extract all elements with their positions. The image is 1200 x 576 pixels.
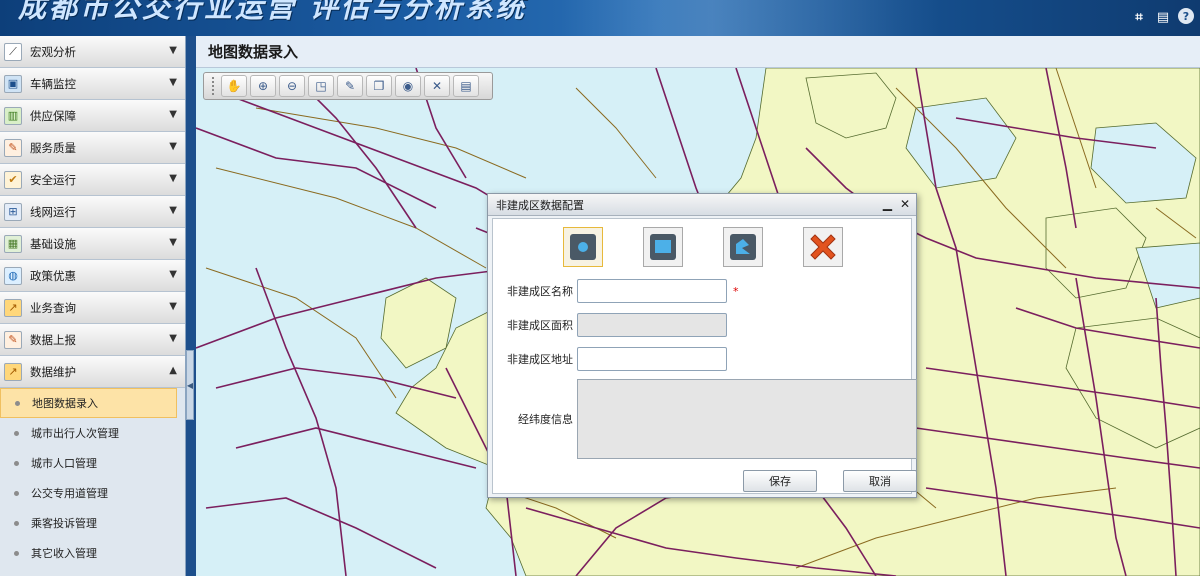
zoom-in-icon[interactable]: ⊕: [250, 75, 276, 97]
crop-icon[interactable]: ⌗: [1130, 8, 1148, 26]
coords-textarea[interactable]: [577, 379, 917, 459]
name-field[interactable]: [577, 279, 727, 303]
address-field[interactable]: [577, 347, 727, 371]
banner-decoration: [560, 0, 940, 36]
chevron-down-icon: ▼: [169, 141, 177, 152]
report-icon: ✎: [4, 330, 22, 349]
coords-label: 经纬度信息: [518, 413, 573, 426]
required-mark: *: [733, 284, 739, 298]
dialog-body: 非建成区名称 * 非建成区面积 非建成区地址 经纬度信息 保存 取消: [492, 218, 917, 494]
delete-x-icon: [810, 234, 836, 260]
area-label: 非建成区面积: [507, 319, 573, 332]
map-toolbar: ✋ ⊕ ⊖ ◳ ✎ ❐ ◉ ✕ ▤: [203, 72, 493, 100]
top-banner: 成都市公交行业运营 评估与分析系统 ⌗ ▤ ?: [0, 0, 1200, 36]
chevron-down-icon: ▼: [169, 333, 177, 344]
sidebar-item-business-query[interactable]: ↗ 业务查询 ▼: [0, 292, 185, 324]
pan-hand-icon[interactable]: ✋: [221, 75, 247, 97]
polygon-tool-button[interactable]: [723, 227, 763, 267]
rectangle-tool-button[interactable]: [643, 227, 683, 267]
delete-tool-button[interactable]: [803, 227, 843, 267]
supply-icon: ▥: [4, 106, 22, 125]
sidebar-item-policy[interactable]: ◍ 政策优惠 ▼: [0, 260, 185, 292]
coords-row: 经纬度信息: [493, 411, 577, 427]
page-title: 地图数据录入: [208, 43, 299, 61]
point-tool-button[interactable]: [563, 227, 603, 267]
sidebar-subitem-complaints[interactable]: 乘客投诉管理: [0, 508, 185, 538]
sidebar-subitem-other-income[interactable]: 其它收入管理: [0, 538, 185, 568]
chevron-down-icon: ▼: [169, 109, 177, 120]
point-icon: [570, 234, 596, 260]
main-header: 地图数据录入: [196, 36, 1200, 68]
area-field: [577, 313, 727, 337]
save-button[interactable]: 保存: [743, 470, 817, 492]
bullet-icon: [14, 520, 19, 526]
chevron-down-icon: ▼: [169, 301, 177, 312]
polygon-icon: [730, 234, 756, 260]
sidebar-item-safety[interactable]: ✔ 安全运行 ▼: [0, 164, 185, 196]
rectangle-icon: [650, 234, 676, 260]
chevron-down-icon: ▼: [169, 237, 177, 248]
chart-line-icon: ⟋: [4, 42, 22, 61]
check-icon: ✔: [4, 170, 22, 189]
chevron-down-icon: ▼: [169, 205, 177, 216]
bullet-icon: [14, 460, 19, 466]
edit-icon[interactable]: ✎: [337, 75, 363, 97]
close-icon[interactable]: ✕: [900, 197, 910, 211]
name-label: 非建成区名称: [507, 285, 573, 298]
full-extent-icon[interactable]: ◳: [308, 75, 334, 97]
name-row: 非建成区名称 *: [493, 279, 739, 303]
chevron-down-icon: ▼: [169, 173, 177, 184]
app-title: 成都市公交行业运营 评估与分析系统: [18, 0, 527, 24]
layers-icon[interactable]: ❐: [366, 75, 392, 97]
sidebar-subitem-map-data-entry[interactable]: 地图数据录入: [0, 388, 177, 418]
address-label: 非建成区地址: [507, 353, 573, 366]
sidebar-item-supply[interactable]: ▥ 供应保障 ▼: [0, 100, 185, 132]
save-map-icon[interactable]: ▤: [453, 75, 479, 97]
sidebar-item-infrastructure[interactable]: ▦ 基础设施 ▼: [0, 228, 185, 260]
bullet-icon: [15, 400, 20, 406]
sidebar-item-data-maintenance[interactable]: ↗ 数据维护 ▲: [0, 356, 185, 388]
bullet-icon: [14, 550, 19, 556]
sidebar-subitem-city-population[interactable]: 城市人口管理: [0, 448, 185, 478]
chevron-down-icon: ▼: [169, 45, 177, 56]
header-toolbar: ⌗ ▤ ?: [1130, 8, 1194, 26]
address-row: 非建成区地址: [493, 347, 727, 371]
chevron-down-icon: ▼: [169, 269, 177, 280]
network-icon: ⊞: [4, 202, 22, 221]
toolbar-grip[interactable]: [212, 77, 216, 95]
bullet-icon: [14, 430, 19, 436]
sidebar-item-network[interactable]: ⊞ 线网运行 ▼: [0, 196, 185, 228]
help-icon[interactable]: ?: [1178, 8, 1194, 24]
sidebar-item-vehicle-monitor[interactable]: ▣ 车辆监控 ▼: [0, 68, 185, 100]
sidebar: ⟋ 宏观分析 ▼ ▣ 车辆监控 ▼ ▥ 供应保障 ▼ ✎ 服务质量 ▼ ✔ 安全…: [0, 36, 186, 576]
sidebar-subitem-bus-lane[interactable]: 公交专用道管理: [0, 478, 185, 508]
dialog-title: 非建成区数据配置: [496, 198, 584, 212]
area-row: 非建成区面积: [493, 313, 727, 337]
cancel-button[interactable]: 取消: [843, 470, 917, 492]
sidebar-item-macro-analysis[interactable]: ⟋ 宏观分析 ▼: [0, 36, 185, 68]
dialog-titlebar[interactable]: 非建成区数据配置 ▁ ✕: [488, 194, 916, 216]
sidebar-item-data-report[interactable]: ✎ 数据上报 ▼: [0, 324, 185, 356]
zoom-out-icon[interactable]: ⊖: [279, 75, 305, 97]
clear-icon[interactable]: ✕: [424, 75, 450, 97]
chart-up-icon: ↗: [4, 298, 22, 317]
pencil-icon: ✎: [4, 138, 22, 157]
chevron-down-icon: ▼: [169, 77, 177, 88]
minimize-icon[interactable]: ▁: [883, 197, 892, 211]
select-icon[interactable]: ◉: [395, 75, 421, 97]
bullet-icon: [14, 490, 19, 496]
building-icon: ▦: [4, 234, 22, 253]
sidebar-item-service-quality[interactable]: ✎ 服务质量 ▼: [0, 132, 185, 164]
window-icon[interactable]: ▤: [1154, 8, 1172, 26]
chevron-up-icon: ▲: [169, 365, 177, 376]
maintenance-icon: ↗: [4, 362, 22, 381]
bus-icon: ▣: [4, 74, 22, 93]
shape-tool-row: [563, 227, 843, 267]
sidebar-subitem-city-trips[interactable]: 城市出行人次管理: [0, 418, 185, 448]
config-dialog: 非建成区数据配置 ▁ ✕ 非建成区名称 * 非建成区面积 非建成区地址 经纬度信…: [487, 193, 917, 498]
sidebar-collapse-handle[interactable]: ◀: [186, 350, 194, 420]
globe-icon: ◍: [4, 266, 22, 285]
